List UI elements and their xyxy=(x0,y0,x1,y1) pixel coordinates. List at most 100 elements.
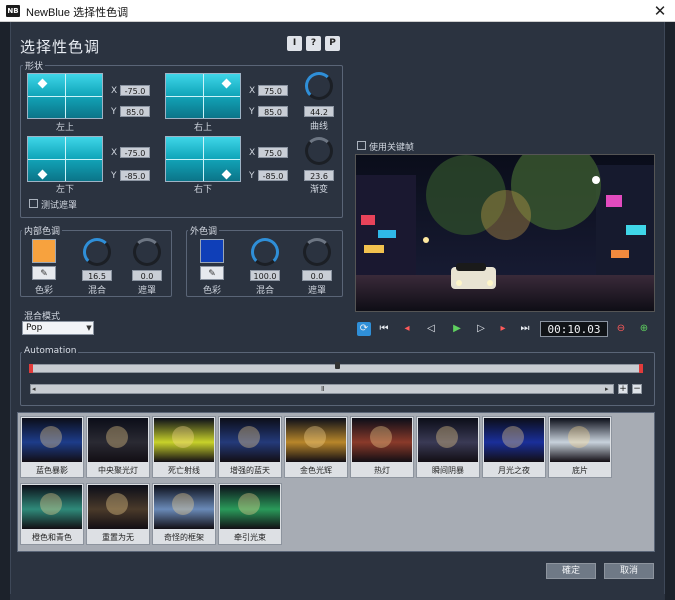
gradient-field[interactable]: 23.6 xyxy=(304,170,334,181)
loop-icon[interactable]: ⟳ xyxy=(357,322,371,336)
timecode-display[interactable]: 00:10.03 xyxy=(540,321,608,337)
curve-knob[interactable] xyxy=(305,72,333,100)
preset-tile[interactable]: 死亡射线 xyxy=(152,416,216,478)
close-button[interactable]: ✕ xyxy=(645,0,675,22)
inner-color-swatch[interactable] xyxy=(32,239,56,263)
preset-tile[interactable]: 橙色和青色 xyxy=(20,483,84,545)
preset-label: 中央聚光灯 xyxy=(98,466,138,475)
bottom-left-handle[interactable] xyxy=(37,169,48,180)
zoom-out-icon[interactable]: − xyxy=(632,384,642,394)
preset-tile[interactable]: 月光之夜 xyxy=(482,416,546,478)
inner-color-label: 色彩 xyxy=(34,286,53,296)
cancel-button[interactable]: 取消 xyxy=(604,563,654,579)
street-scene-image xyxy=(356,155,654,311)
preset-tile[interactable]: 底片 xyxy=(548,416,612,478)
shape-box-top-right[interactable] xyxy=(165,73,241,119)
shape-box-bottom-left[interactable] xyxy=(27,136,103,182)
chevron-down-icon[interactable]: ▼ xyxy=(84,321,94,335)
inner-tone-label: 内部色调 xyxy=(22,224,63,237)
preset-tile[interactable]: 重置为无 xyxy=(86,483,150,545)
timeline-scrollbar[interactable]: ◂ Ⅱ ▸ xyxy=(30,384,614,394)
outer-mask-knob[interactable] xyxy=(303,238,331,266)
preset-tile[interactable]: 金色光辉 xyxy=(284,416,348,478)
inner-mask-knob[interactable] xyxy=(133,238,161,266)
automation-track[interactable] xyxy=(29,362,643,373)
outer-mask-field[interactable]: 0.0 xyxy=(302,270,332,281)
bottom-right-x-field[interactable]: 75.0 xyxy=(258,147,288,158)
preset-tile[interactable]: 蓝色暴影 xyxy=(20,416,84,478)
outer-mask-label: 遮罩 xyxy=(307,286,326,296)
keyframe-end-marker[interactable] xyxy=(639,364,643,373)
outer-color-label: 色彩 xyxy=(202,286,221,296)
top-left-handle[interactable] xyxy=(37,78,48,89)
eyedropper-icon[interactable]: ✎ xyxy=(32,266,56,280)
preset-thumbnail xyxy=(286,418,346,462)
gradient-knob[interactable] xyxy=(305,137,333,165)
outer-mix-field[interactable]: 100.0 xyxy=(250,270,280,281)
x-label: X xyxy=(111,148,118,158)
add-keyframe-icon[interactable]: ⊕ xyxy=(637,322,651,336)
next-keyframe-icon[interactable]: ▸ xyxy=(496,322,510,336)
step-forward-icon[interactable]: ▷ xyxy=(474,322,488,336)
eyedropper-icon[interactable]: ✎ xyxy=(200,266,224,280)
keyframe-label: 使用关键帧 xyxy=(369,143,415,153)
skip-start-icon[interactable]: ⏮ xyxy=(377,322,391,336)
test-mask-checkbox[interactable] xyxy=(29,199,38,208)
outer-mix-knob[interactable] xyxy=(251,238,279,266)
top-left-y-field[interactable]: 85.0 xyxy=(120,106,150,117)
outer-color-swatch[interactable] xyxy=(200,239,224,263)
preset-tile[interactable]: 牵引光束 xyxy=(218,483,282,545)
right-edge xyxy=(665,22,675,600)
preset-tile[interactable]: 增强的蓝天 xyxy=(218,416,282,478)
inner-mix-knob[interactable] xyxy=(83,238,111,266)
inner-mask-field[interactable]: 0.0 xyxy=(132,270,162,281)
inner-mask-label: 遮罩 xyxy=(137,286,156,296)
skip-end-icon[interactable]: ⏭ xyxy=(518,322,532,336)
y-label: Y xyxy=(249,171,255,181)
preset-thumbnail xyxy=(154,485,214,529)
remove-keyframe-icon[interactable]: ⊖ xyxy=(614,322,628,336)
preset-thumbnail xyxy=(352,418,412,462)
ok-button[interactable]: 確定 xyxy=(546,563,596,579)
top-right-x-field[interactable]: 75.0 xyxy=(258,85,288,96)
help-button[interactable]: ? xyxy=(306,36,321,51)
shape-box-bottom-right[interactable] xyxy=(165,136,241,182)
preset-tile[interactable]: 中央聚光灯 xyxy=(86,416,150,478)
inner-mix-field[interactable]: 16.5 xyxy=(82,270,112,281)
step-back-icon[interactable]: ◁ xyxy=(424,322,438,336)
scroll-right-icon[interactable]: ▸ xyxy=(605,385,613,393)
top-right-y-field[interactable]: 85.0 xyxy=(258,106,288,117)
keyframe-checkbox[interactable] xyxy=(357,141,366,150)
playhead[interactable] xyxy=(335,362,340,369)
y-label: Y xyxy=(111,107,117,117)
top-left-x-field[interactable]: -75.0 xyxy=(120,85,150,96)
scroll-left-icon[interactable]: ◂ xyxy=(32,385,40,393)
shape-group-label: 形状 xyxy=(23,59,46,72)
preset-thumbnail xyxy=(88,485,148,529)
bottom-right-y-field[interactable]: -85.0 xyxy=(258,170,288,181)
preset-thumbnail xyxy=(22,485,82,529)
gradient-label: 渐变 xyxy=(309,185,328,195)
preset-tile[interactable]: 奇怪的框架 xyxy=(152,483,216,545)
zoom-in-icon[interactable]: + xyxy=(618,384,628,394)
curve-field[interactable]: 44.2 xyxy=(304,106,334,117)
preset-label: 橙色和青色 xyxy=(32,533,72,542)
preset-button[interactable]: P xyxy=(325,36,340,51)
preset-thumbnail xyxy=(550,418,610,462)
play-icon[interactable]: ▶ xyxy=(450,322,464,336)
shape-box-top-left[interactable] xyxy=(27,73,103,119)
scroll-thumb[interactable]: Ⅱ xyxy=(321,385,324,393)
preset-tile[interactable]: 瞬间阴暴 xyxy=(416,416,480,478)
info-button[interactable]: I xyxy=(287,36,302,51)
prev-keyframe-icon[interactable]: ◂ xyxy=(400,322,414,336)
keyframe-start-marker[interactable] xyxy=(29,364,33,373)
top-right-handle[interactable] xyxy=(221,78,232,89)
preset-tile[interactable]: 热灯 xyxy=(350,416,414,478)
preset-thumbnail xyxy=(88,418,148,462)
page-title: 选择性色调 xyxy=(20,38,101,56)
preset-thumbnail xyxy=(220,485,280,529)
bottom-left-y-field[interactable]: -85.0 xyxy=(120,170,150,181)
y-label: Y xyxy=(111,171,117,181)
bottom-left-x-field[interactable]: -75.0 xyxy=(120,147,150,158)
bottom-right-handle[interactable] xyxy=(221,169,232,180)
